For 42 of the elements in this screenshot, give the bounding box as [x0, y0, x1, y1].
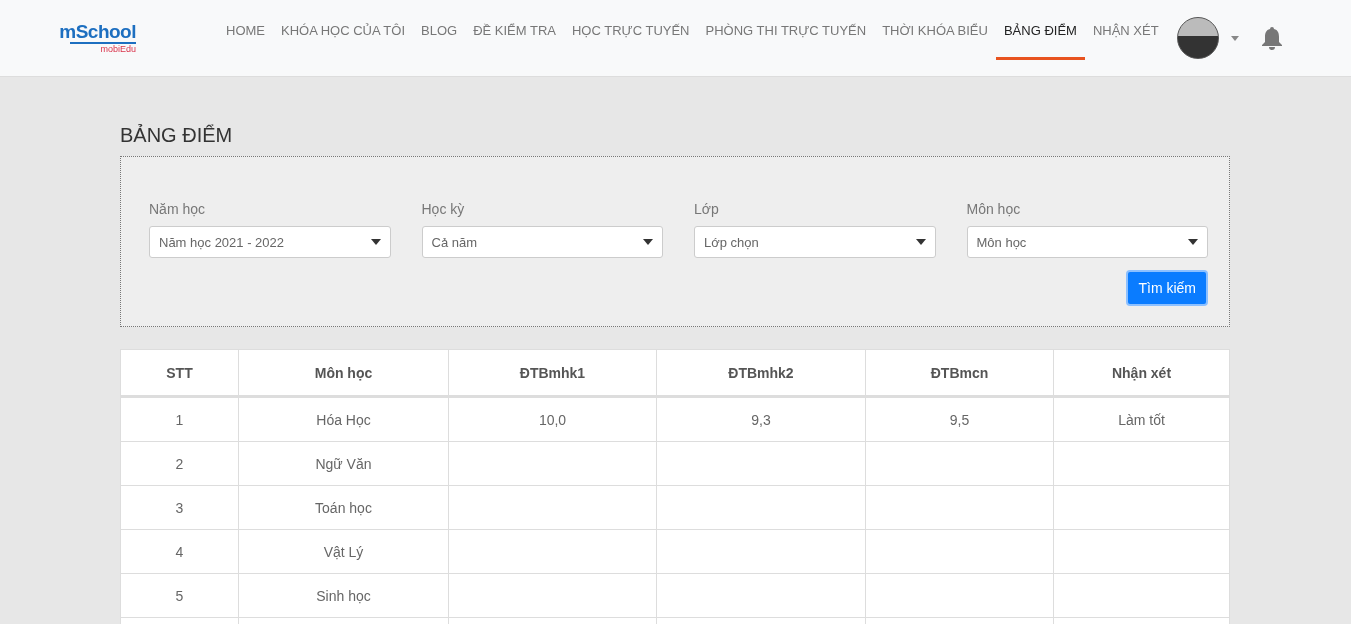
- table-cell: Toán học: [238, 485, 449, 530]
- logo-text: mSchool: [59, 22, 136, 42]
- table-cell: Ngữ Văn: [238, 441, 449, 486]
- column-header: ĐTBmhk1: [448, 349, 657, 397]
- dropdown-field[interactable]: Môn học: [966, 226, 1208, 258]
- nav-link[interactable]: PHÒNG THI TRỰC TUYẾN: [697, 0, 875, 60]
- table-cell: 3: [120, 485, 239, 530]
- field-label: Lớp: [694, 201, 720, 217]
- field-label: Năm học: [149, 201, 207, 217]
- dropdown-field[interactable]: Cả năm: [421, 226, 663, 258]
- nav-link[interactable]: BLOG: [413, 0, 466, 60]
- table-cell: 1: [120, 396, 239, 442]
- table-cell: Sinh học: [238, 573, 449, 618]
- nav-link[interactable]: KHÓA HỌC CỦA TÔI: [273, 0, 413, 60]
- field-label: Môn học: [966, 201, 1022, 217]
- page-title: BẢNG ĐIỂM: [120, 124, 234, 147]
- dropdown-field[interactable]: Lớp chọn: [694, 226, 936, 258]
- nav-link[interactable]: ĐỀ KIỂM TRA: [465, 0, 564, 60]
- table-cell: 4: [120, 529, 239, 574]
- nav-link[interactable]: HOME: [218, 0, 273, 60]
- dropdown-field[interactable]: Năm học 2021 - 2022: [149, 226, 391, 258]
- column-header: ĐTBmcn: [865, 349, 1054, 397]
- column-header: STT: [120, 349, 239, 397]
- search-button[interactable]: Tìm kiếm: [1126, 270, 1208, 306]
- table-cell: Làm tốt: [1053, 396, 1230, 442]
- table-cell: 10,0: [448, 396, 657, 442]
- nav-link[interactable]: HỌC TRỰC TUYẾN: [564, 0, 698, 60]
- table-cell: 2: [120, 441, 239, 486]
- column-header: ĐTBmhk2: [656, 349, 866, 397]
- column-header: Nhận xét: [1053, 349, 1230, 397]
- table-cell: 9,5: [865, 396, 1054, 442]
- field-label: Học kỳ: [421, 201, 466, 217]
- logo-subtext: mobiEdu: [70, 42, 136, 54]
- table-cell: 5: [120, 573, 239, 618]
- nav-link[interactable]: THỜI KHÓA BIỂU: [874, 0, 996, 60]
- table-cell: 9,3: [656, 396, 866, 442]
- table-cell: Hóa Học: [238, 396, 449, 442]
- table-cell: Vật Lý: [238, 529, 449, 574]
- nav-link[interactable]: BẢNG ĐIỂM: [995, 0, 1085, 60]
- column-header: Môn học: [238, 349, 449, 397]
- nav-link[interactable]: NHẬN XÉT: [1084, 0, 1167, 60]
- logo[interactable]: mSchool mobiEdu: [48, 22, 136, 54]
